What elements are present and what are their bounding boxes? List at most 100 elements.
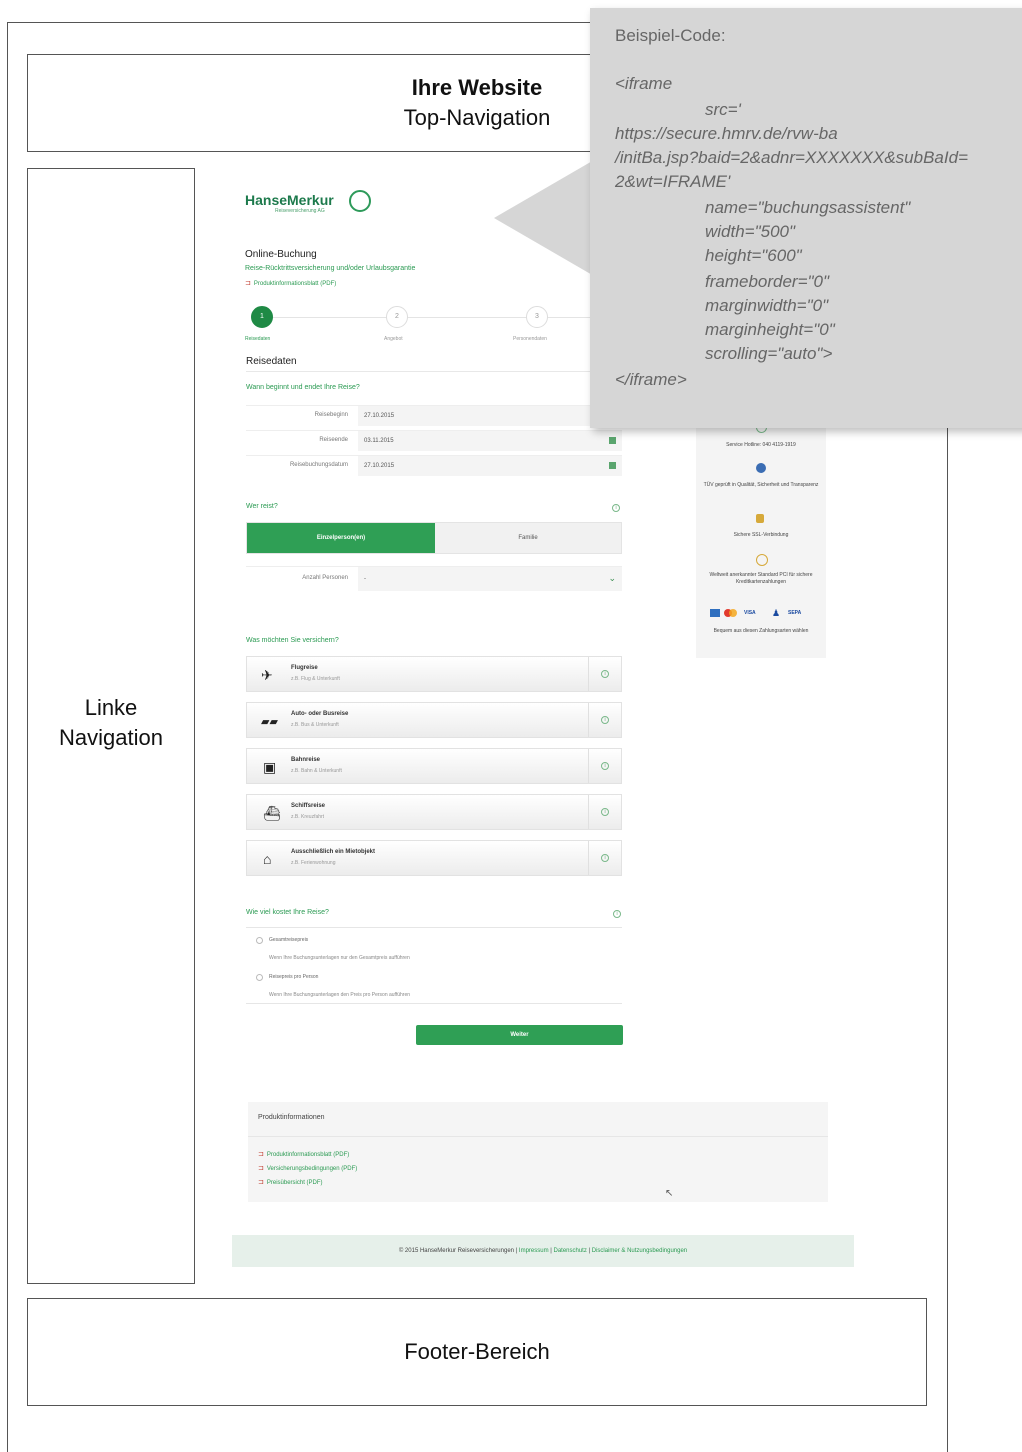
code-line: https://secure.hmrv.de/rvw-ba [615,124,838,143]
ssl-text: Sichere SSL-Verbindung [733,532,789,538]
link-label: Preisübersicht (PDF) [266,1180,323,1186]
step-3-label: Personendaten [513,336,547,342]
info-icon[interactable]: i [613,910,621,918]
radio-price-per-person[interactable] [256,974,263,981]
chevron-down-icon[interactable]: ⌄ [608,573,616,584]
plane-icon: ✈ [261,667,273,683]
step-1[interactable]: 1 [251,306,273,328]
info-icon[interactable]: i [601,716,609,724]
info-icon[interactable]: i [601,854,609,862]
next-button[interactable]: Weiter [416,1025,623,1045]
date-label: Reiseende [319,437,348,443]
toggle-family[interactable]: Familie [435,523,621,553]
info-icon[interactable]: i [601,762,609,770]
info-icon[interactable]: i [601,808,609,816]
step-3[interactable]: 3 [526,306,548,328]
hotline-text: Service Hotline: 040 4119-1919 [726,442,796,448]
code-line: scrolling="auto"> [705,344,833,363]
price-overview-link[interactable]: ⊐ Preisübersicht (PDF) [258,1178,323,1186]
date-row-end[interactable]: Reiseende 03.11.2015 [246,430,622,451]
imprint-link[interactable]: Impressum [519,1248,549,1254]
option-subtitle: z.B. Ferienwohnung [291,860,336,866]
hansemerkur-logo[interactable]: HanseMerkur Reiseversicherung AG [245,190,371,214]
insurance-option-train[interactable]: ▣ Bahnreise z.B. Bahn & Unterkunft i [246,748,622,784]
code-line: /initBa.jsp?baid=2&adnr=XXXXXXX&subBaId= [615,148,968,167]
step-1-label: Reisedaten [245,336,271,342]
question-what: Was möchten Sie versichern? [246,637,339,644]
steps-line [263,317,625,318]
date-start-input[interactable]: 27.10.2015 [358,406,622,426]
option-subtitle: z.B. Bahn & Unterkunft [291,768,342,774]
product-info-title: Produktinformationen [258,1114,325,1121]
sepa-icon: SEPA [788,610,802,616]
code-line: frameborder="0" [705,272,830,291]
option-divider [588,703,589,737]
option-title: Flugreise [291,665,318,671]
option-title: Schiffsreise [291,803,326,809]
info-icon[interactable]: i [612,504,620,512]
option-divider [588,657,589,691]
section-divider [246,371,622,372]
option-title: Ausschließlich ein Mietobjekt [291,849,376,855]
booking-heading: Online-Buchung [245,249,317,260]
insurance-option-ship[interactable]: ⛴ Schiffsreise z.B. Kreuzfahrt i [246,794,622,830]
code-line: name="buchungsassistent" [705,198,911,217]
mouse-cursor-icon: ↖ [665,1188,674,1199]
car-bus-icon: ▰▰ [261,716,278,728]
date-end-input[interactable]: 03.11.2015 [358,431,622,451]
code-line: width="500" [705,222,796,241]
question-who: Wer reist? [246,503,278,510]
copyright-text: © 2015 HanseMerkur Reiseversicherungen [398,1248,514,1254]
left-navigation-line2: Navigation [59,725,163,750]
ship-icon: ⛴ [263,805,281,821]
traveller-toggle[interactable]: Einzelperson(en) Familie [246,522,622,554]
pdf-icon: ⊐ [258,1179,264,1186]
code-line: marginwidth="0" [705,296,829,315]
conditions-link[interactable]: ⊐ Versicherungsbedingungen (PDF) [258,1164,357,1172]
question-cost: Wie viel kostet Ihre Reise? [246,909,329,916]
persons-select[interactable]: - [358,567,622,591]
left-navigation-area: Linke Navigation [27,168,195,1284]
booking-date-input[interactable]: 27.10.2015 [358,456,622,476]
option-subtitle: z.B. Bus & Unterkunft [291,722,339,728]
cost-divider [246,927,622,928]
tuev-icon [756,463,766,473]
option-divider [588,749,589,783]
visa-icon: VISA [744,610,756,616]
persons-row[interactable]: Anzahl Personen - ⌄ [246,566,622,591]
date-label: Reisebeginn [314,412,348,418]
toggle-single-persons[interactable]: Einzelperson(en) [247,523,435,553]
radio-total-price-hint: Wenn Ihre Buchungsunterlagen nur den Ges… [269,955,410,961]
insurance-option-flight[interactable]: ✈ Flugreise z.B. Flug & Unterkunft i [246,656,622,692]
disclaimer-link[interactable]: Disclaimer & Nutzungsbedingungen [592,1248,687,1254]
step-2[interactable]: 2 [386,306,408,328]
callout-tail [494,160,594,276]
date-row-booking[interactable]: Reisebuchungsdatum 27.10.2015 [246,455,622,476]
cost-divider-bottom [246,1003,622,1004]
code-callout: Beispiel-Code: <iframe src=' https://sec… [590,8,1022,428]
person-transfer-icon: ♟ [772,608,781,618]
code-line: src=' [705,100,741,119]
date-row-start[interactable]: Reisebeginn 27.10.2015 [246,405,622,426]
privacy-link[interactable]: Datenschutz [553,1248,586,1254]
footer-area: Footer-Bereich [27,1298,927,1406]
left-navigation-line1: Linke [84,695,138,720]
calendar-icon[interactable] [609,462,616,469]
calendar-icon[interactable] [609,437,616,444]
house-icon: ⌂ [263,851,272,867]
link-label: Versicherungsbedingungen (PDF) [266,1166,358,1172]
logo-emblem-icon [349,190,371,212]
pdf-link-label: Produktinformationsblatt (PDF) [253,281,337,287]
product-info-link[interactable]: ⊐ Produktinformationsblatt (PDF) [258,1150,349,1158]
pdf-icon: ⊐ [258,1165,264,1172]
insurance-option-car-bus[interactable]: ▰▰ Auto- oder Busreise z.B. Bus & Unterk… [246,702,622,738]
product-info-pdf-link[interactable]: ⊐ Produktinformationsblatt (PDF) [245,279,336,287]
progress-steps: 1 2 3 Reisedaten Angebot Personendaten [245,306,625,346]
option-title: Bahnreise [291,757,321,763]
insurance-option-rental[interactable]: ⌂ Ausschließlich ein Mietobjekt z.B. Fer… [246,840,622,876]
info-icon[interactable]: i [601,670,609,678]
question-when: Wann beginnt und endet Ihre Reise? [246,384,360,391]
date-label: Reisebuchungsdatum [289,462,348,468]
radio-total-price[interactable] [256,937,263,944]
pci-text: Weltweit anerkannter Standard PCI für si… [709,572,813,585]
